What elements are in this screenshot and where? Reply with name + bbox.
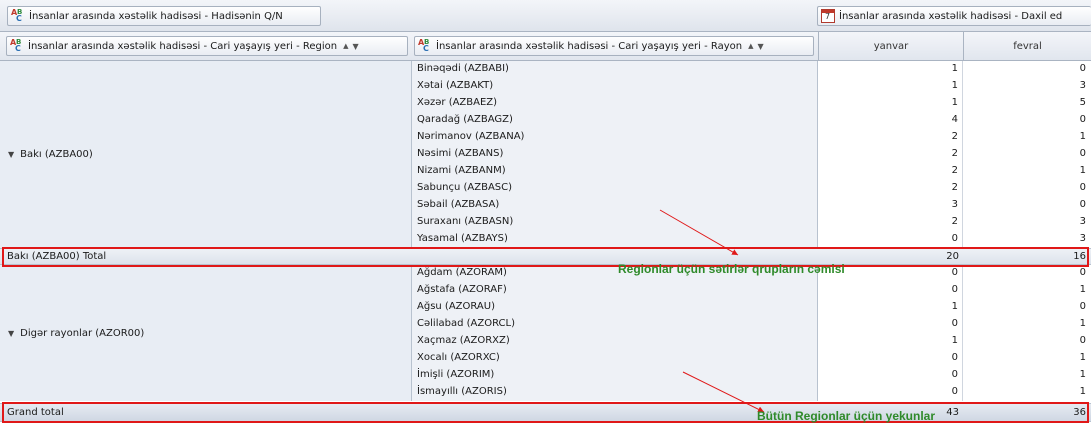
annotation-group-sum: Regionlar üçün sətirlər qrupların cəmisi <box>618 262 845 276</box>
annotation-arrows <box>659 209 765 413</box>
arrow-group-total <box>659 209 739 256</box>
annotation-all-regions: Bütün Regionlar üçün yekunlar <box>757 409 936 423</box>
arrow-grand-total <box>682 371 765 413</box>
